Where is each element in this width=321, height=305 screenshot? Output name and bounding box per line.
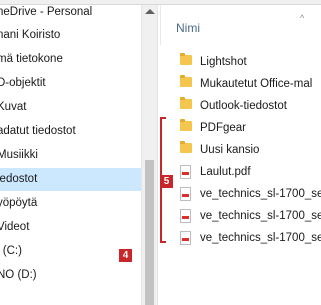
nav-item-label: mä tietokone xyxy=(0,53,63,65)
nav-item-label: D-objektit xyxy=(0,77,46,89)
nav-item-onedrive[interactable]: neDrive - Personal xyxy=(0,5,141,24)
pdf-icon xyxy=(180,165,191,179)
nav-item-videos[interactable]: Videot xyxy=(0,216,141,239)
nav-item-this-pc[interactable]: mä tietokone xyxy=(0,48,141,71)
nav-item-label: yöpöytä xyxy=(0,197,38,209)
file-name: Lightshot xyxy=(200,56,247,68)
file-name: PDFgear xyxy=(200,122,247,134)
pdf-icon xyxy=(180,231,191,245)
annotation-badge-4: 4 xyxy=(119,249,132,262)
file-name: ve_technics_sl-1700_ser xyxy=(200,210,321,222)
file-name: Mukautetut Office-mal xyxy=(200,78,313,90)
nav-item-desktop[interactable]: yöpöytä xyxy=(0,192,141,215)
folder-icon xyxy=(180,97,192,109)
file-name: Uusi kansio xyxy=(200,144,260,156)
nav-item-label: nani Koiristo xyxy=(0,29,61,41)
annotation-badge-5: 5 xyxy=(160,175,173,188)
nav-scrollbar[interactable] xyxy=(141,5,158,305)
nav-item-drive-d[interactable]: NO (D:) xyxy=(0,264,141,287)
nav-item-downloads[interactable]: adatut tiedostot xyxy=(0,120,141,143)
nav-item-pictures[interactable]: Kuvat xyxy=(0,96,141,119)
nav-item-documents[interactable]: iedostot xyxy=(0,168,141,191)
nav-item-label: neDrive - Personal xyxy=(0,6,93,18)
scroll-thumb[interactable] xyxy=(145,160,154,305)
nav-item-label: l (C:) xyxy=(0,245,22,257)
nav-item-3d-objects[interactable]: D-objektit xyxy=(0,72,141,95)
file-name: Laulut.pdf xyxy=(200,166,251,178)
scroll-up-arrow-icon[interactable] xyxy=(145,9,155,14)
file-name: Outlook-tiedostot xyxy=(200,100,287,112)
file-name: ve_technics_sl-1700_ser xyxy=(200,188,321,200)
navigation-pane: neDrive - Personal nani Koiristo mä tiet… xyxy=(0,5,141,305)
pdf-icon xyxy=(180,209,191,223)
folder-icon xyxy=(180,53,192,65)
nav-item-label: Musiikki xyxy=(0,149,38,161)
folder-icon xyxy=(180,141,192,153)
nav-item-label: NO (D:) xyxy=(0,269,37,281)
nav-item-user-folder[interactable]: nani Koiristo xyxy=(0,24,141,47)
nav-item-label: Kuvat xyxy=(0,101,27,113)
nav-item-label: iedostot xyxy=(0,173,38,185)
column-header-name[interactable]: Nimi xyxy=(176,21,200,35)
column-separator xyxy=(160,5,161,45)
pdf-icon xyxy=(180,187,191,201)
nav-item-music[interactable]: Musiikki xyxy=(0,144,141,167)
folder-icon xyxy=(180,75,192,87)
nav-item-label: Videot xyxy=(0,221,30,233)
file-name: ve_technics_sl-1700_ser xyxy=(200,232,321,244)
file-list-pane: ^ Nimi Lightshot Mukautetut Office-mal O… xyxy=(160,5,321,305)
sort-ascending-icon: ^ xyxy=(300,13,305,23)
folder-icon xyxy=(180,119,192,131)
nav-item-label: adatut tiedostot xyxy=(0,125,76,137)
